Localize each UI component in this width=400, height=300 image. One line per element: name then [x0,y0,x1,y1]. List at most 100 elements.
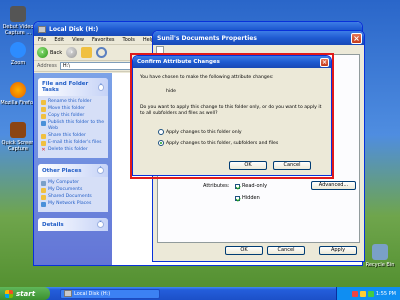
dialog-close-button[interactable]: × [320,57,329,67]
file-folder-tasks-panel: File and Folder Tasks ˆ Rename this fold… [38,78,108,158]
desktop-icon-label: Mozilla Firefox [0,100,36,106]
hidden-checkbox[interactable]: Hidden [235,195,260,201]
hidden-label: Hidden [242,195,260,201]
place-my-network-places[interactable]: My Network Places [41,201,105,207]
web-publish-icon [41,120,46,126]
attributes-label: Attributes: [203,183,230,189]
checkbox-box[interactable] [235,183,240,189]
desktop-icon-label: Debut Video Capture ... [2,24,34,36]
dialog-intro: You have chosen to make the following at… [140,75,274,80]
properties-titlebar[interactable]: Sunil's Documents Properties × [153,31,364,45]
desktop-icon-zoom[interactable]: Zoom [0,42,36,66]
task-copy-folder[interactable]: Copy this folder [41,113,105,119]
task-label: Share this folder [48,133,86,138]
task-pane: File and Folder Tasks ˆ Rename this fold… [34,73,112,265]
desktop-icon-quick-screen-capture[interactable]: Quick Screen Capture [0,122,36,152]
dialog-ok-button[interactable]: OK [229,161,267,170]
address-label: Address [37,63,57,69]
folder-icon [41,187,46,193]
taskbar-button-label: Local Disk (H:) [74,290,111,297]
place-label: My Network Places [48,201,92,206]
radio-folder-subfolders-files[interactable]: Apply changes to this folder, subfolders… [158,140,278,146]
place-label: My Computer [48,180,79,185]
chevron-up-icon[interactable]: ˆ [97,83,104,91]
taskbar: start Local Disk (H:) 1:55 PM [0,287,400,300]
tab-general[interactable] [156,45,164,54]
dialog-titlebar[interactable]: Confirm Attribute Changes × [133,56,331,68]
task-move-folder[interactable]: Move this folder [41,106,105,112]
radio-button[interactable] [158,129,164,135]
desktop-icon-firefox[interactable]: Mozilla Firefox [0,82,36,106]
task-label: Publish this folder to the Web [48,120,105,131]
desktop-icon-debut[interactable]: Debut Video Capture ... [0,6,36,36]
chevron-up-icon[interactable]: ˆ [97,167,104,174]
place-label: Shared Documents [48,194,92,199]
place-my-documents[interactable]: My Documents [41,187,105,193]
menu-tools[interactable]: Tools [123,37,135,43]
back-label: Back [50,49,63,56]
details-title: Details [42,221,64,228]
taskbar-local-disk-button[interactable]: Local Disk (H:) [60,288,160,299]
dialog-change: hide [166,89,176,94]
back-arrow-icon: ‹ [37,47,48,58]
place-label: My Documents [48,187,83,192]
properties-title: Sunil's Documents Properties [157,34,257,42]
other-places-panel: Other Places ˆ My Computer My Documents … [38,164,108,212]
checkbox-box[interactable] [235,195,240,201]
task-share-folder[interactable]: Share this folder [41,133,105,139]
desktop-icon-label: Zoom [10,60,26,66]
tray-security-icon[interactable] [367,290,374,297]
tray-volume-icon[interactable] [359,290,366,297]
menu-file[interactable]: File [38,37,46,43]
details-panel: Details ˇ [38,218,108,231]
radio-folder-only[interactable]: Apply changes to this folder only [158,129,242,135]
back-button[interactable]: ‹ Back [37,47,62,58]
network-icon [41,201,46,207]
zoom-icon [10,42,26,58]
task-delete-folder[interactable]: ✕ Delete this folder [41,147,105,153]
drive-icon [38,25,46,33]
task-label: Copy this folder [48,113,85,118]
rename-icon [41,99,46,105]
read-only-checkbox[interactable]: Read-only [235,183,267,189]
copy-icon [41,113,46,119]
dialog-cancel-button[interactable]: Cancel [273,161,311,170]
clock[interactable]: 1:55 PM [376,291,396,297]
task-label: Rename this folder [48,99,92,104]
task-publish-folder[interactable]: Publish this folder to the Web [41,120,105,132]
up-folder-icon[interactable] [81,47,93,58]
chevron-down-icon[interactable]: ˇ [97,221,104,228]
read-only-label: Read-only [242,183,268,189]
details-header[interactable]: Details ˇ [38,218,108,231]
task-rename-folder[interactable]: Rename this folder [41,99,105,105]
forward-button[interactable]: › [66,47,78,58]
debut-video-icon [10,6,26,22]
desktop-icon-recycle-bin[interactable]: Recycle Bin [362,244,398,268]
menu-view[interactable]: View [72,37,84,43]
email-icon [41,140,46,146]
radio-button[interactable] [158,140,164,146]
computer-icon [41,180,46,186]
properties-cancel-button[interactable]: Cancel [267,246,305,255]
desktop-icon-label: Recycle Bin [365,262,395,268]
firefox-icon [10,82,26,98]
tray-network-icon[interactable] [351,290,358,297]
search-icon[interactable] [96,47,108,58]
place-shared-documents[interactable]: Shared Documents [41,194,105,200]
advanced-button[interactable]: Advanced... [311,181,356,190]
delete-icon: ✕ [41,146,46,153]
properties-apply-button[interactable]: Apply [319,246,357,255]
file-folder-tasks-header[interactable]: File and Folder Tasks ˆ [38,78,108,96]
properties-ok-button[interactable]: OK [225,246,263,255]
share-icon [41,133,46,139]
task-email-files[interactable]: E-mail this folder's files [41,140,105,146]
task-label: Delete this folder [48,147,88,152]
place-my-computer[interactable]: My Computer [41,180,105,186]
menu-edit[interactable]: Edit [54,37,64,43]
menu-favorites[interactable]: Favorites [92,37,115,43]
other-places-header[interactable]: Other Places ˆ [38,164,108,177]
start-label: start [16,289,36,298]
confirm-attribute-dialog: Confirm Attribute Changes × You have cho… [132,55,332,176]
start-button[interactable]: start [0,287,50,300]
properties-close-button[interactable]: × [351,32,362,44]
